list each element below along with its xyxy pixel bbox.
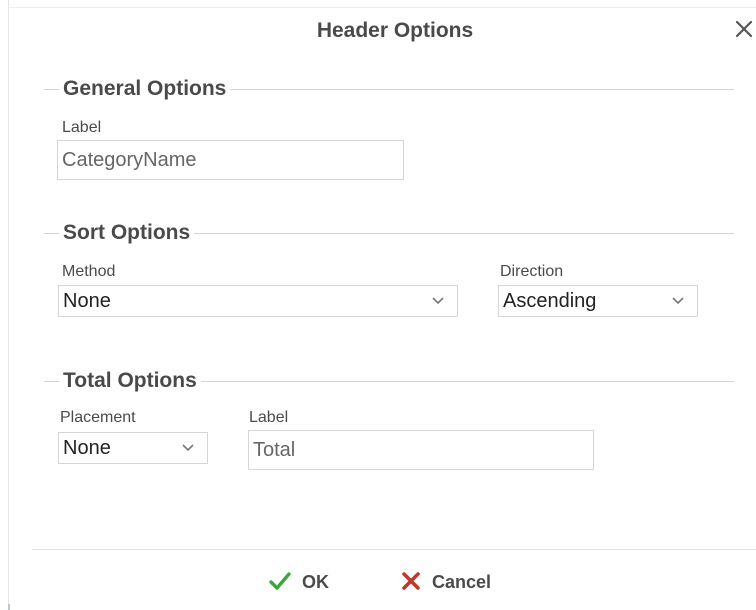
chevron-down-icon: [431, 286, 447, 316]
total-placement-caption: Placement: [60, 409, 136, 426]
x-icon: [400, 571, 422, 591]
general-label-input[interactable]: [57, 140, 404, 180]
header-options-dialog: Header Options General Options Label Sor…: [0, 0, 756, 610]
chevron-down-icon: [181, 433, 197, 463]
ok-button[interactable]: OK: [268, 568, 329, 596]
cancel-button[interactable]: Cancel: [400, 568, 491, 596]
sort-direction-caption: Direction: [500, 263, 564, 280]
total-label-input[interactable]: [248, 430, 594, 470]
general-options-legend: General Options: [59, 76, 231, 102]
check-icon: [268, 571, 292, 591]
ok-label: OK: [302, 572, 329, 592]
sort-method-select[interactable]: None: [58, 285, 458, 317]
footer-divider: [32, 549, 756, 550]
close-button[interactable]: [733, 15, 756, 43]
sort-method-caption: Method: [62, 263, 116, 280]
close-icon: [733, 15, 756, 43]
dialog-title: Header Options: [316, 19, 474, 42]
cancel-label: Cancel: [432, 572, 492, 592]
sort-direction-value: Ascending: [503, 290, 597, 312]
dialog-left-border: [8, 0, 9, 610]
sort-options-legend: Sort Options: [59, 220, 195, 246]
total-options-legend: Total Options: [59, 368, 201, 394]
sort-method-value: None: [63, 290, 111, 312]
total-placement-value: None: [63, 437, 111, 459]
sort-direction-select[interactable]: Ascending: [498, 285, 698, 317]
total-label-caption: Label: [249, 409, 289, 426]
total-placement-select[interactable]: None: [58, 432, 208, 464]
dialog-top-border: [8, 7, 756, 8]
chevron-down-icon: [671, 286, 687, 316]
dialog-edge-marker: [8, 604, 10, 610]
general-label-caption: Label: [62, 119, 102, 136]
